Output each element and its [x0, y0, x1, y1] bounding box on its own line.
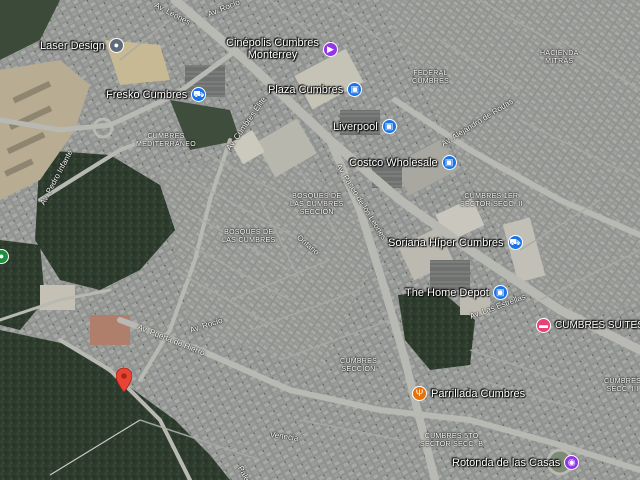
- bed-icon: ▬: [536, 318, 551, 333]
- area-label: CUMBRES SECCIÓN: [340, 358, 378, 373]
- poi-liverpool[interactable]: Liverpool ▣: [333, 119, 397, 134]
- poi-label: Laser Design: [40, 39, 105, 52]
- shopping-cart-icon: ⛟: [507, 235, 523, 250]
- fork-knife-icon: Ψ: [412, 386, 427, 401]
- shopping-bag-icon: ▣: [381, 119, 397, 134]
- poi-label: Rotonda de las Casas: [452, 456, 561, 469]
- shopping-bag-icon: ▣: [441, 155, 457, 170]
- map-base-layer: [0, 0, 640, 480]
- area-label: CUMBRES SECC. III: [604, 378, 640, 393]
- place-icon: ●: [108, 38, 124, 53]
- place-icon: ●: [0, 249, 9, 264]
- poi-label: Soriana Híper Cumbres: [388, 236, 504, 249]
- poi-laser-design[interactable]: Laser Design ●: [40, 38, 124, 53]
- poi-cumbres-suites[interactable]: ▬ CUMBRES SUITES: [536, 318, 640, 333]
- area-label: CUMBRES MEDITERRÁNEO: [136, 133, 196, 148]
- poi-plaza-cumbres[interactable]: Plaza Cumbres ▣: [268, 82, 363, 97]
- poi-label: Parrillada Cumbres: [431, 387, 526, 400]
- satellite-map[interactable]: CUMBRES MEDITERRÁNEO BOSQUES DE LAS CUMB…: [0, 0, 640, 480]
- poi-soriana[interactable]: Soriana Híper Cumbres ⛟: [388, 235, 523, 250]
- poi-cinepolis[interactable]: Cinépolis Cumbres Monterrey ▶: [226, 37, 338, 61]
- poi-fresko[interactable]: Fresko Cumbres ⛟: [106, 87, 207, 102]
- cinema-icon: ▶: [322, 41, 338, 57]
- shopping-bag-icon: ▣: [347, 82, 363, 97]
- area-label: BOSQUES DE LAS CUMBRES SECCIÓN: [290, 193, 344, 216]
- camera-icon: ◉: [564, 455, 580, 470]
- poi-home-depot[interactable]: The Home Depot ▣: [405, 285, 508, 300]
- area-label: CUMBRES 1ER SECTOR SECC. II: [460, 193, 523, 208]
- shopping-bag-icon: ▣: [492, 285, 508, 300]
- poi-label: Liverpool: [333, 120, 378, 133]
- poi-parrillada[interactable]: Ψ Parrillada Cumbres: [412, 386, 525, 401]
- area-label: CUMBRES 5TO SECTOR SECC. B: [420, 433, 484, 448]
- poi-label: The Home Depot: [405, 286, 489, 299]
- poi-label: Fresko Cumbres: [106, 88, 188, 101]
- poi-label: CUMBRES SUITES: [555, 320, 640, 331]
- shopping-cart-icon: ⛟: [191, 87, 207, 102]
- area-label: BOSQUES DE LAS CUMBRES: [222, 229, 276, 244]
- poi-label: Plaza Cumbres: [268, 83, 344, 96]
- area-label: HACIENDA MITRAS: [540, 50, 579, 65]
- poi-rotonda[interactable]: Rotonda de las Casas ◉: [452, 455, 580, 470]
- poi-costco[interactable]: Costco Wholesale ▣: [349, 155, 457, 170]
- area-label: FEDERAL CUMBRES: [412, 70, 450, 85]
- poi-label: Costco Wholesale: [349, 156, 438, 169]
- location-marker-icon[interactable]: [116, 368, 132, 392]
- poi-edge-pin[interactable]: ●: [0, 249, 9, 264]
- poi-label: Cinépolis Cumbres Monterrey: [226, 37, 319, 61]
